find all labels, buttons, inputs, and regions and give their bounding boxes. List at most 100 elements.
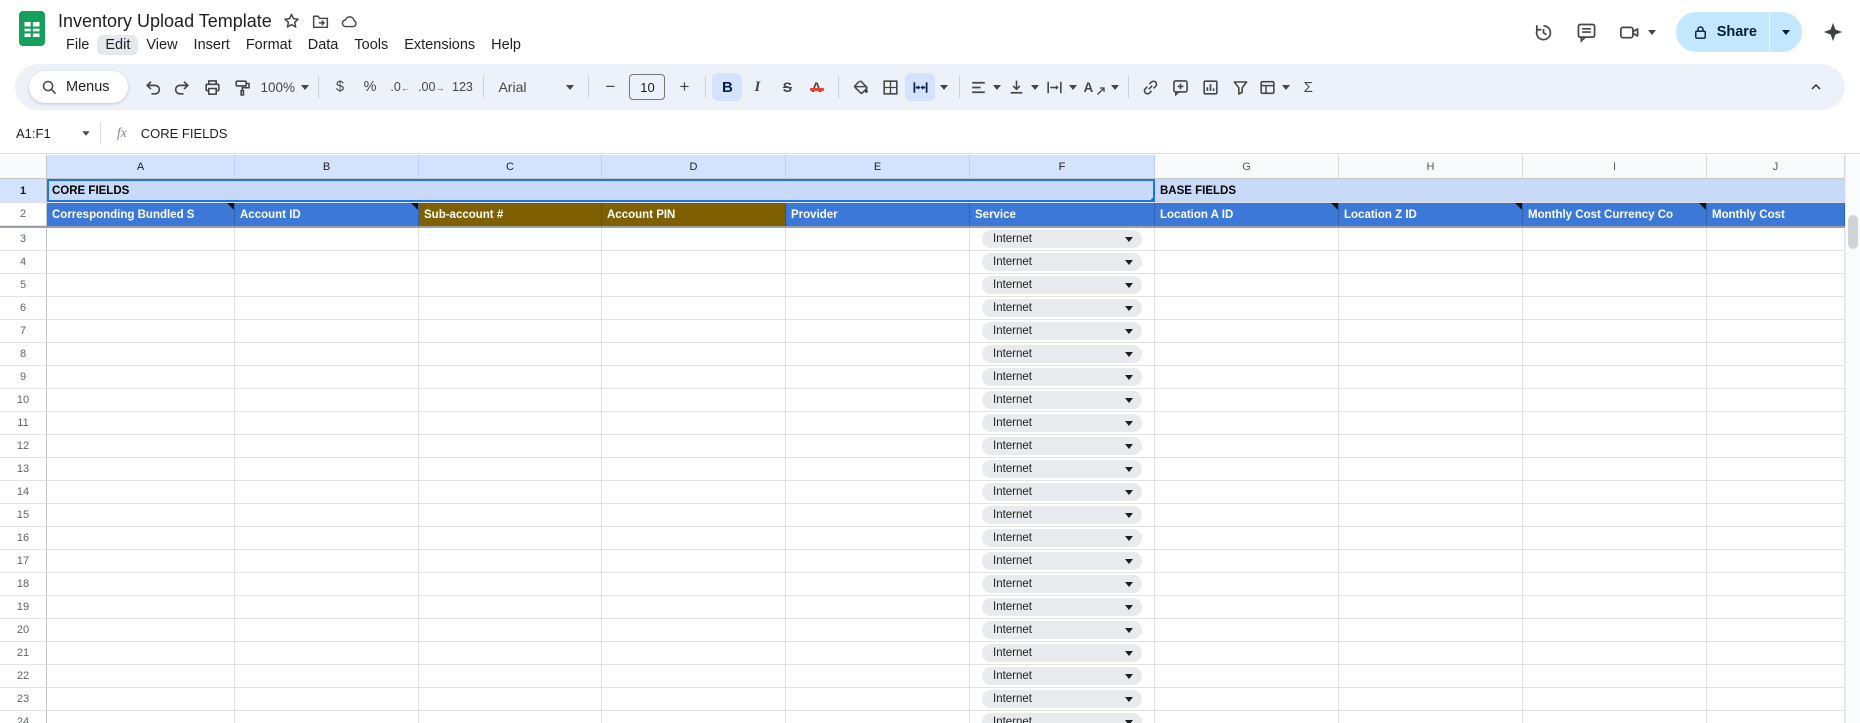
name-box[interactable]: A1:F1 [0, 126, 100, 141]
cell-C17[interactable] [419, 550, 602, 573]
cell-H7[interactable] [1339, 320, 1523, 343]
cell-G10[interactable] [1155, 389, 1339, 412]
service-dropdown[interactable]: Internet [982, 621, 1142, 639]
cell-A5[interactable] [47, 274, 235, 297]
menu-file[interactable]: File [58, 35, 97, 55]
currency-format-button[interactable]: $ [325, 73, 355, 101]
cell-J15[interactable] [1707, 504, 1845, 527]
cell-F16[interactable]: Internet [970, 527, 1155, 550]
cell-D14[interactable] [602, 481, 786, 504]
share-caret-button[interactable] [1770, 12, 1802, 52]
column-header-C[interactable]: C [419, 155, 602, 179]
cell-B9[interactable] [235, 366, 419, 389]
cell-A16[interactable] [47, 527, 235, 550]
cell-I22[interactable] [1523, 665, 1707, 688]
paint-format-button[interactable] [228, 73, 258, 101]
column-header-H[interactable]: H [1339, 155, 1523, 179]
cell-A18[interactable] [47, 573, 235, 596]
row-header-21[interactable]: 21 [0, 642, 47, 665]
cell-F18[interactable]: Internet [970, 573, 1155, 596]
cell-H3[interactable] [1339, 228, 1523, 251]
font-family-select[interactable]: Arial [490, 73, 582, 101]
cell-C24[interactable] [419, 711, 602, 723]
header-cell-D2[interactable]: Account PIN [602, 203, 786, 226]
service-dropdown[interactable]: Internet [982, 690, 1142, 708]
cell-I21[interactable] [1523, 642, 1707, 665]
cell-E18[interactable] [786, 573, 970, 596]
row-header-14[interactable]: 14 [0, 481, 47, 504]
number-format-button[interactable]: 123 [447, 73, 477, 101]
insert-chart-button[interactable] [1195, 73, 1225, 101]
cell-B15[interactable] [235, 504, 419, 527]
cell-C10[interactable] [419, 389, 602, 412]
cell-I6[interactable] [1523, 297, 1707, 320]
row-header-8[interactable]: 8 [0, 343, 47, 366]
cell-A19[interactable] [47, 596, 235, 619]
cell-J8[interactable] [1707, 343, 1845, 366]
cell-J13[interactable] [1707, 458, 1845, 481]
header-cell-I2[interactable]: Monthly Cost Currency Co [1523, 203, 1707, 226]
cell-H19[interactable] [1339, 596, 1523, 619]
fill-color-button[interactable] [845, 73, 875, 101]
vertical-align-button[interactable] [1004, 73, 1042, 101]
cell-D10[interactable] [602, 389, 786, 412]
strikethrough-button[interactable]: S [772, 73, 802, 101]
cell-G19[interactable] [1155, 596, 1339, 619]
cell-A11[interactable] [47, 412, 235, 435]
cell-J21[interactable] [1707, 642, 1845, 665]
row-header-2[interactable]: 2 [0, 203, 47, 226]
cell-D7[interactable] [602, 320, 786, 343]
cell-J11[interactable] [1707, 412, 1845, 435]
cell-I9[interactable] [1523, 366, 1707, 389]
cell-G3[interactable] [1155, 228, 1339, 251]
cell-C20[interactable] [419, 619, 602, 642]
cell-C8[interactable] [419, 343, 602, 366]
cell-D12[interactable] [602, 435, 786, 458]
cell-C21[interactable] [419, 642, 602, 665]
search-menus-button[interactable]: Menus [29, 71, 128, 103]
cell-H9[interactable] [1339, 366, 1523, 389]
row-header-11[interactable]: 11 [0, 412, 47, 435]
document-title[interactable]: Inventory Upload Template [58, 11, 272, 32]
cell-F11[interactable]: Internet [970, 412, 1155, 435]
cell-E12[interactable] [786, 435, 970, 458]
cell-D5[interactable] [602, 274, 786, 297]
header-cell-F2[interactable]: Service [970, 203, 1155, 226]
cell-J14[interactable] [1707, 481, 1845, 504]
cell-H10[interactable] [1339, 389, 1523, 412]
column-header-A[interactable]: A [47, 155, 235, 179]
cell-G21[interactable] [1155, 642, 1339, 665]
menu-extensions[interactable]: Extensions [396, 35, 483, 55]
meet-caret-icon[interactable] [1647, 29, 1656, 35]
cell-J17[interactable] [1707, 550, 1845, 573]
cell-B3[interactable] [235, 228, 419, 251]
service-dropdown[interactable]: Internet [982, 345, 1142, 363]
cell-A4[interactable] [47, 251, 235, 274]
menu-insert[interactable]: Insert [186, 35, 238, 55]
text-color-button[interactable]: A [802, 73, 832, 101]
row-header-1[interactable]: 1 [0, 179, 47, 203]
cell-I20[interactable] [1523, 619, 1707, 642]
column-header-B[interactable]: B [235, 155, 419, 179]
cell-G6[interactable] [1155, 297, 1339, 320]
header-cell-H2[interactable]: Location Z ID [1339, 203, 1523, 226]
italic-button[interactable]: I [742, 73, 772, 101]
cell-G17[interactable] [1155, 550, 1339, 573]
cell-J19[interactable] [1707, 596, 1845, 619]
row-header-6[interactable]: 6 [0, 297, 47, 320]
cell-J4[interactable] [1707, 251, 1845, 274]
service-dropdown[interactable]: Internet [982, 230, 1142, 248]
column-header-J[interactable]: J [1707, 155, 1845, 179]
share-button[interactable]: Share [1675, 12, 1802, 52]
vertical-scrollbar[interactable] [1845, 155, 1860, 723]
cell-G8[interactable] [1155, 343, 1339, 366]
menu-help[interactable]: Help [483, 35, 529, 55]
cell-C22[interactable] [419, 665, 602, 688]
row-header-18[interactable]: 18 [0, 573, 47, 596]
vertical-scrollbar-thumb[interactable] [1848, 215, 1858, 249]
formula-input[interactable]: CORE FIELDS [141, 126, 228, 141]
cell-E21[interactable] [786, 642, 970, 665]
cell-E9[interactable] [786, 366, 970, 389]
merge-cells-button[interactable] [905, 73, 936, 101]
font-size-input[interactable]: 10 [629, 74, 666, 100]
